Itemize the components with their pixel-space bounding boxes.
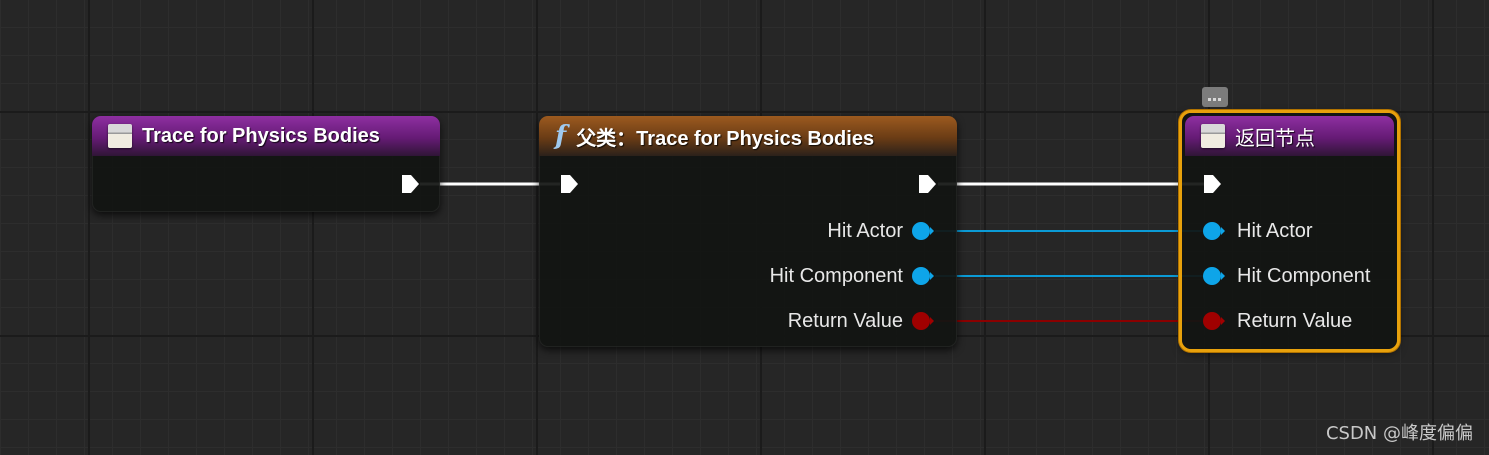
return-value-in-pin[interactable] bbox=[1202, 311, 1226, 331]
hit-component-in-pin[interactable] bbox=[1202, 266, 1226, 286]
exec-out-pin[interactable] bbox=[917, 173, 937, 195]
parent-call-node-title: 父类：Trace for Physics Bodies bbox=[576, 127, 875, 150]
event-node-trace-for-physics-bodies[interactable]: Trace for Physics Bodies bbox=[92, 116, 440, 212]
pin-label-hit-actor: Hit Actor bbox=[827, 220, 903, 242]
hit-component-out-pin[interactable] bbox=[911, 266, 935, 286]
return-node-header[interactable]: 返回节点 bbox=[1185, 116, 1394, 156]
return-node-icon bbox=[1201, 124, 1225, 148]
pin-label-hit-component: Hit Component bbox=[1237, 265, 1371, 287]
pin-label-return-value: Return Value bbox=[787, 310, 903, 332]
pin-label-return-value: Return Value bbox=[1237, 310, 1353, 332]
parent-call-node-header[interactable]: f 父类：Trace for Physics Bodies bbox=[539, 116, 957, 156]
hit-actor-out-pin[interactable] bbox=[911, 221, 935, 241]
pin-label-hit-actor: Hit Actor bbox=[1237, 220, 1313, 242]
return-node-title: 返回节点 bbox=[1235, 125, 1315, 150]
exec-in-pin[interactable] bbox=[559, 173, 579, 195]
return-node[interactable]: 返回节点 Hit Actor Hit Component Return Valu… bbox=[1182, 113, 1397, 349]
parent-call-node[interactable]: f 父类：Trace for Physics Bodies Hit Actor … bbox=[539, 116, 957, 347]
event-node-title: Trace for Physics Bodies bbox=[142, 124, 380, 147]
exec-out-pin[interactable] bbox=[400, 173, 420, 195]
return-value-out-pin[interactable] bbox=[911, 311, 935, 331]
event-node-header[interactable]: Trace for Physics Bodies bbox=[92, 116, 440, 156]
watermark-text: CSDN @峰度偏偏 bbox=[1325, 423, 1473, 444]
function-icon: f bbox=[555, 121, 567, 151]
exec-in-pin[interactable] bbox=[1202, 173, 1222, 195]
pin-label-hit-component: Hit Component bbox=[769, 265, 903, 287]
event-icon bbox=[108, 124, 132, 148]
comment-bubble-icon[interactable] bbox=[1202, 87, 1228, 107]
hit-actor-in-pin[interactable] bbox=[1202, 221, 1226, 241]
